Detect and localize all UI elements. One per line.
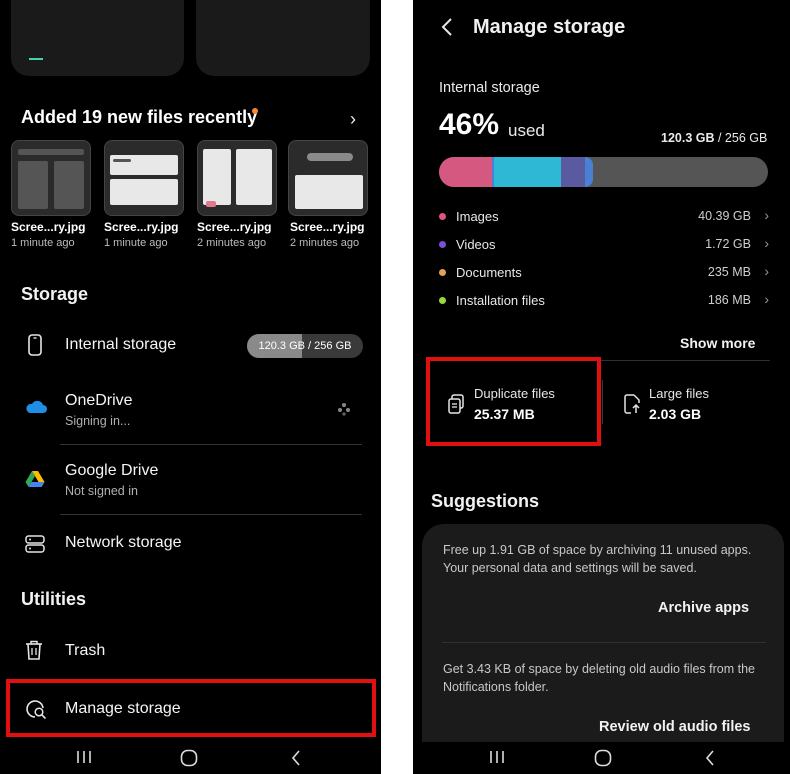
- google-drive-icon: [25, 470, 45, 493]
- category-name: Videos: [456, 237, 496, 252]
- onedrive-label: OneDrive: [65, 392, 133, 409]
- archive-apps-button[interactable]: Archive apps: [658, 600, 749, 616]
- storage-usage-text: 120.3 GB / 256 GB: [258, 340, 352, 352]
- recent-file-time: 2 minutes ago: [290, 237, 360, 249]
- recent-file-thumbnail[interactable]: [11, 140, 91, 216]
- home-icon[interactable]: [594, 749, 612, 772]
- category-size: 1.72 GB: [705, 237, 751, 251]
- category-name: Documents: [456, 265, 522, 280]
- bar-segment-other: [494, 157, 561, 187]
- recent-file-name: Scree...ry.jpg: [197, 220, 272, 234]
- suggestion-text: Get 3.43 KB of space by deleting old aud…: [443, 662, 755, 694]
- category-row-videos[interactable]: Videos 1.72 GB ›: [439, 235, 769, 255]
- chevron-right-icon: ›: [764, 263, 769, 279]
- network-storage-label: Network storage: [65, 534, 182, 551]
- large-files-icon: [623, 394, 641, 419]
- onedrive-cloud-icon: [25, 400, 47, 419]
- recents-icon[interactable]: [489, 750, 505, 769]
- utilities-heading: Utilities: [21, 589, 87, 609]
- usage-capacity: / 256 GB: [714, 131, 768, 145]
- trash-icon: [25, 640, 43, 665]
- page-title: Manage storage: [473, 16, 626, 38]
- recent-files-title: Added 19 new files recently: [21, 107, 258, 127]
- navigation-bar: [413, 742, 790, 774]
- onedrive-status: Signing in...: [65, 414, 131, 428]
- phone-icon: [28, 334, 42, 361]
- storage-heading: Storage: [21, 284, 89, 304]
- google-drive-status: Not signed in: [65, 484, 138, 498]
- recent-file-name: Scree...ry.jpg: [290, 220, 365, 234]
- usage-used-word: used: [508, 121, 545, 140]
- category-card-partial[interactable]: [11, 0, 184, 76]
- back-icon[interactable]: [705, 750, 715, 771]
- storage-usage-pill: 120.3 GB / 256 GB: [247, 334, 363, 358]
- divider: [442, 642, 766, 643]
- recent-file-time: 1 minute ago: [11, 237, 75, 249]
- my-files-screen: Added 19 new files recently › Scree...ry…: [0, 0, 381, 774]
- suggestion-text: Free up 1.91 GB of space by archiving 11…: [443, 543, 752, 575]
- category-row-images[interactable]: Images 40.39 GB ›: [439, 207, 769, 227]
- usage-used-amount: 120.3 GB: [661, 131, 715, 145]
- network-storage-icon: [25, 534, 45, 559]
- internal-storage-label: Internal storage: [65, 336, 177, 353]
- recent-file-time: 2 minutes ago: [197, 237, 267, 249]
- usage-total: 120.3 GB / 256 GB: [661, 131, 767, 145]
- onedrive-row[interactable]: OneDrive Signing in...: [0, 378, 381, 442]
- recent-file-name: Scree...ry.jpg: [104, 220, 179, 234]
- row-divider: [60, 444, 362, 445]
- google-drive-row[interactable]: Google Drive Not signed in: [0, 448, 381, 512]
- manage-storage-screen: Manage storage Internal storage 46% used…: [413, 0, 790, 774]
- category-indicator: [29, 58, 43, 60]
- recents-icon[interactable]: [76, 750, 92, 769]
- large-files-tile[interactable]: Large files 2.03 GB: [613, 364, 773, 440]
- back-arrow-icon[interactable]: [441, 17, 453, 42]
- recent-file-thumbnail[interactable]: [288, 140, 368, 216]
- category-size: 40.39 GB: [698, 209, 751, 223]
- installation-files-color-dot: [439, 297, 446, 304]
- recent-file-thumbnail[interactable]: [104, 140, 184, 216]
- chevron-right-icon[interactable]: ›: [350, 109, 356, 130]
- navigation-bar: [0, 742, 381, 774]
- category-card-partial[interactable]: [196, 0, 370, 76]
- row-divider: [60, 514, 362, 515]
- internal-storage-label: Internal storage: [439, 80, 540, 96]
- chevron-right-icon: ›: [764, 207, 769, 223]
- show-more-button[interactable]: Show more: [680, 335, 755, 351]
- chevron-right-icon: ›: [764, 235, 769, 251]
- bar-segment-videos: [561, 157, 585, 187]
- recent-file-name: Scree...ry.jpg: [11, 220, 86, 234]
- documents-color-dot: [439, 269, 446, 276]
- category-size: 186 MB: [707, 293, 751, 307]
- usage-percent: 46%: [439, 108, 500, 141]
- category-row-documents[interactable]: Documents 235 MB ›: [439, 263, 769, 283]
- bar-segment-images: [439, 157, 492, 187]
- videos-color-dot: [439, 241, 446, 248]
- highlight-box: [6, 679, 376, 737]
- google-drive-label: Google Drive: [65, 462, 159, 479]
- recent-file-time: 1 minute ago: [104, 237, 168, 249]
- tile-divider: [602, 380, 603, 424]
- category-name: Images: [456, 209, 499, 224]
- suggestions-card: Free up 1.91 GB of space by archiving 11…: [422, 524, 784, 774]
- storage-usage-bar: [439, 157, 768, 187]
- review-old-audio-files-button[interactable]: Review old audio files: [599, 719, 750, 735]
- category-row-installation-files[interactable]: Installation files 186 MB ›: [439, 291, 769, 311]
- trash-label: Trash: [65, 642, 106, 659]
- home-icon[interactable]: [180, 749, 198, 772]
- network-storage-row[interactable]: Network storage: [0, 520, 381, 566]
- recent-file-thumbnail[interactable]: [197, 140, 277, 216]
- images-color-dot: [439, 213, 446, 220]
- large-files-size: 2.03 GB: [649, 406, 702, 422]
- back-icon[interactable]: [291, 750, 301, 771]
- chevron-right-icon: ›: [764, 291, 769, 307]
- category-name: Installation files: [456, 293, 545, 308]
- new-indicator-dot: [252, 108, 258, 114]
- suggestions-heading: Suggestions: [431, 491, 540, 511]
- highlight-box: [426, 357, 601, 446]
- category-size: 235 MB: [707, 265, 751, 279]
- trash-row[interactable]: Trash: [0, 630, 381, 672]
- bar-segment-apps: [585, 157, 593, 187]
- large-files-title: Large files: [649, 386, 709, 401]
- loading-spinner-icon: [337, 402, 351, 421]
